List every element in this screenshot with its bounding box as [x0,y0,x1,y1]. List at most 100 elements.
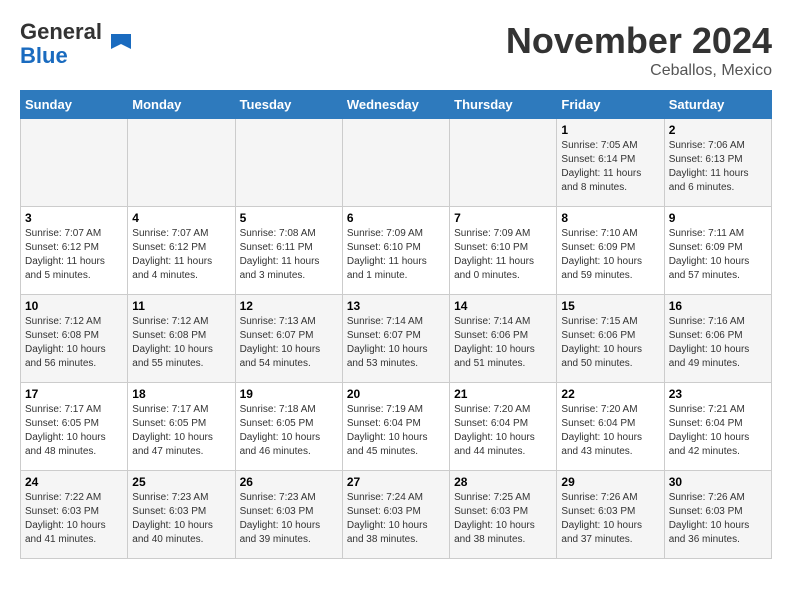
calendar-day-cell: 4 Sunrise: 7:07 AM Sunset: 6:12 PM Daylig… [128,207,235,295]
day-info: Sunrise: 7:23 AM Sunset: 6:03 PM Dayligh… [132,491,230,547]
calendar-day-cell: 13 Sunrise: 7:14 AM Sunset: 6:07 PM Dayli… [342,295,449,383]
day-of-week-header: Monday [128,91,235,119]
calendar-day-cell: 21 Sunrise: 7:20 AM Sunset: 6:04 PM Dayli… [450,383,557,471]
logo: General Blue [20,20,136,68]
day-number: 25 [132,475,230,489]
calendar-day-cell [128,119,235,207]
calendar-day-cell: 16Sunrise: 7:16 AM Sunset: 6:06 PM Dayli… [664,295,771,383]
calendar-day-cell: 6 Sunrise: 7:09 AM Sunset: 6:10 PM Daylig… [342,207,449,295]
day-number: 6 [347,211,445,225]
day-number: 28 [454,475,552,489]
calendar-day-cell: 10 Sunrise: 7:12 AM Sunset: 6:08 PM Dayli… [21,295,128,383]
day-number: 9 [669,211,767,225]
calendar-day-cell: 14 Sunrise: 7:14 AM Sunset: 6:06 PM Dayli… [450,295,557,383]
day-of-week-header: Sunday [21,91,128,119]
calendar-day-cell: 18Sunrise: 7:17 AM Sunset: 6:05 PM Dayli… [128,383,235,471]
day-info: Sunrise: 7:21 AM Sunset: 6:04 PM Dayligh… [669,403,767,459]
day-info: Sunrise: 7:25 AM Sunset: 6:03 PM Dayligh… [454,491,552,547]
calendar-day-cell: 12 Sunrise: 7:13 AM Sunset: 6:07 PM Dayli… [235,295,342,383]
calendar-day-cell: 22 Sunrise: 7:20 AM Sunset: 6:04 PM Dayli… [557,383,664,471]
logo-icon [106,29,136,59]
calendar-day-cell: 26Sunrise: 7:23 AM Sunset: 6:03 PM Dayli… [235,471,342,559]
day-info: Sunrise: 7:26 AM Sunset: 6:03 PM Dayligh… [561,491,659,547]
day-of-week-header: Wednesday [342,91,449,119]
day-info: Sunrise: 7:16 AM Sunset: 6:06 PM Dayligh… [669,315,767,371]
day-info: Sunrise: 7:07 AM Sunset: 6:12 PM Dayligh… [25,227,123,283]
month-title: November 2024 [506,20,772,62]
day-number: 3 [25,211,123,225]
day-info: Sunrise: 7:12 AM Sunset: 6:08 PM Dayligh… [132,315,230,371]
calendar-day-cell [235,119,342,207]
day-of-week-header: Friday [557,91,664,119]
calendar-day-cell: 23 Sunrise: 7:21 AM Sunset: 6:04 PM Dayli… [664,383,771,471]
day-number: 24 [25,475,123,489]
day-info: Sunrise: 7:09 AM Sunset: 6:10 PM Dayligh… [454,227,552,283]
day-number: 18 [132,387,230,401]
day-info: Sunrise: 7:20 AM Sunset: 6:04 PM Dayligh… [561,403,659,459]
day-info: Sunrise: 7:13 AM Sunset: 6:07 PM Dayligh… [240,315,338,371]
day-number: 19 [240,387,338,401]
calendar-week-row: 1 Sunrise: 7:05 AM Sunset: 6:14 PM Daylig… [21,119,772,207]
day-info: Sunrise: 7:12 AM Sunset: 6:08 PM Dayligh… [25,315,123,371]
day-number: 10 [25,299,123,313]
calendar-day-cell [450,119,557,207]
day-number: 14 [454,299,552,313]
calendar-day-cell: 9 Sunrise: 7:11 AM Sunset: 6:09 PM Daylig… [664,207,771,295]
calendar-day-cell: 1 Sunrise: 7:05 AM Sunset: 6:14 PM Daylig… [557,119,664,207]
day-of-week-header: Saturday [664,91,771,119]
calendar-day-cell [21,119,128,207]
calendar-day-cell: 15 Sunrise: 7:15 AM Sunset: 6:06 PM Dayli… [557,295,664,383]
day-number: 11 [132,299,230,313]
day-info: Sunrise: 7:08 AM Sunset: 6:11 PM Dayligh… [240,227,338,283]
day-number: 26 [240,475,338,489]
day-number: 30 [669,475,767,489]
day-info: Sunrise: 7:11 AM Sunset: 6:09 PM Dayligh… [669,227,767,283]
page-header: General Blue November 2024 Ceballos, Mex… [20,20,772,80]
calendar-day-cell: 25 Sunrise: 7:23 AM Sunset: 6:03 PM Dayli… [128,471,235,559]
location-subtitle: Ceballos, Mexico [506,62,772,80]
day-info: Sunrise: 7:22 AM Sunset: 6:03 PM Dayligh… [25,491,123,547]
calendar-table: SundayMondayTuesdayWednesdayThursdayFrid… [20,90,772,559]
day-info: Sunrise: 7:07 AM Sunset: 6:12 PM Dayligh… [132,227,230,283]
day-info: Sunrise: 7:15 AM Sunset: 6:06 PM Dayligh… [561,315,659,371]
calendar-day-cell: 7 Sunrise: 7:09 AM Sunset: 6:10 PM Daylig… [450,207,557,295]
day-info: Sunrise: 7:05 AM Sunset: 6:14 PM Dayligh… [561,139,659,195]
day-info: Sunrise: 7:24 AM Sunset: 6:03 PM Dayligh… [347,491,445,547]
day-number: 27 [347,475,445,489]
day-info: Sunrise: 7:26 AM Sunset: 6:03 PM Dayligh… [669,491,767,547]
day-number: 21 [454,387,552,401]
calendar-day-cell: 24 Sunrise: 7:22 AM Sunset: 6:03 PM Dayli… [21,471,128,559]
day-number: 20 [347,387,445,401]
day-number: 15 [561,299,659,313]
day-info: Sunrise: 7:18 AM Sunset: 6:05 PM Dayligh… [240,403,338,459]
calendar-day-cell: 3 Sunrise: 7:07 AM Sunset: 6:12 PM Daylig… [21,207,128,295]
calendar-day-cell: 11 Sunrise: 7:12 AM Sunset: 6:08 PM Dayli… [128,295,235,383]
day-number: 4 [132,211,230,225]
calendar-day-cell: 20 Sunrise: 7:19 AM Sunset: 6:04 PM Dayli… [342,383,449,471]
day-of-week-header: Thursday [450,91,557,119]
calendar-day-cell: 29Sunrise: 7:26 AM Sunset: 6:03 PM Dayli… [557,471,664,559]
calendar-day-cell: 19 Sunrise: 7:18 AM Sunset: 6:05 PM Dayli… [235,383,342,471]
day-info: Sunrise: 7:10 AM Sunset: 6:09 PM Dayligh… [561,227,659,283]
day-info: Sunrise: 7:19 AM Sunset: 6:04 PM Dayligh… [347,403,445,459]
day-number: 5 [240,211,338,225]
calendar-day-cell [342,119,449,207]
calendar-day-cell: 2Sunrise: 7:06 AM Sunset: 6:13 PM Daylig… [664,119,771,207]
calendar-day-cell: 27 Sunrise: 7:24 AM Sunset: 6:03 PM Dayli… [342,471,449,559]
calendar-week-row: 17Sunrise: 7:17 AM Sunset: 6:05 PM Dayli… [21,383,772,471]
calendar-week-row: 24 Sunrise: 7:22 AM Sunset: 6:03 PM Dayli… [21,471,772,559]
day-number: 7 [454,211,552,225]
day-number: 1 [561,123,659,137]
day-number: 22 [561,387,659,401]
calendar-day-cell: 17Sunrise: 7:17 AM Sunset: 6:05 PM Dayli… [21,383,128,471]
day-number: 23 [669,387,767,401]
day-info: Sunrise: 7:20 AM Sunset: 6:04 PM Dayligh… [454,403,552,459]
title-block: November 2024 Ceballos, Mexico [506,20,772,80]
logo-general: General [20,19,102,44]
day-info: Sunrise: 7:14 AM Sunset: 6:07 PM Dayligh… [347,315,445,371]
calendar-week-row: 10 Sunrise: 7:12 AM Sunset: 6:08 PM Dayli… [21,295,772,383]
day-number: 13 [347,299,445,313]
day-number: 12 [240,299,338,313]
day-info: Sunrise: 7:09 AM Sunset: 6:10 PM Dayligh… [347,227,445,283]
day-info: Sunrise: 7:14 AM Sunset: 6:06 PM Dayligh… [454,315,552,371]
